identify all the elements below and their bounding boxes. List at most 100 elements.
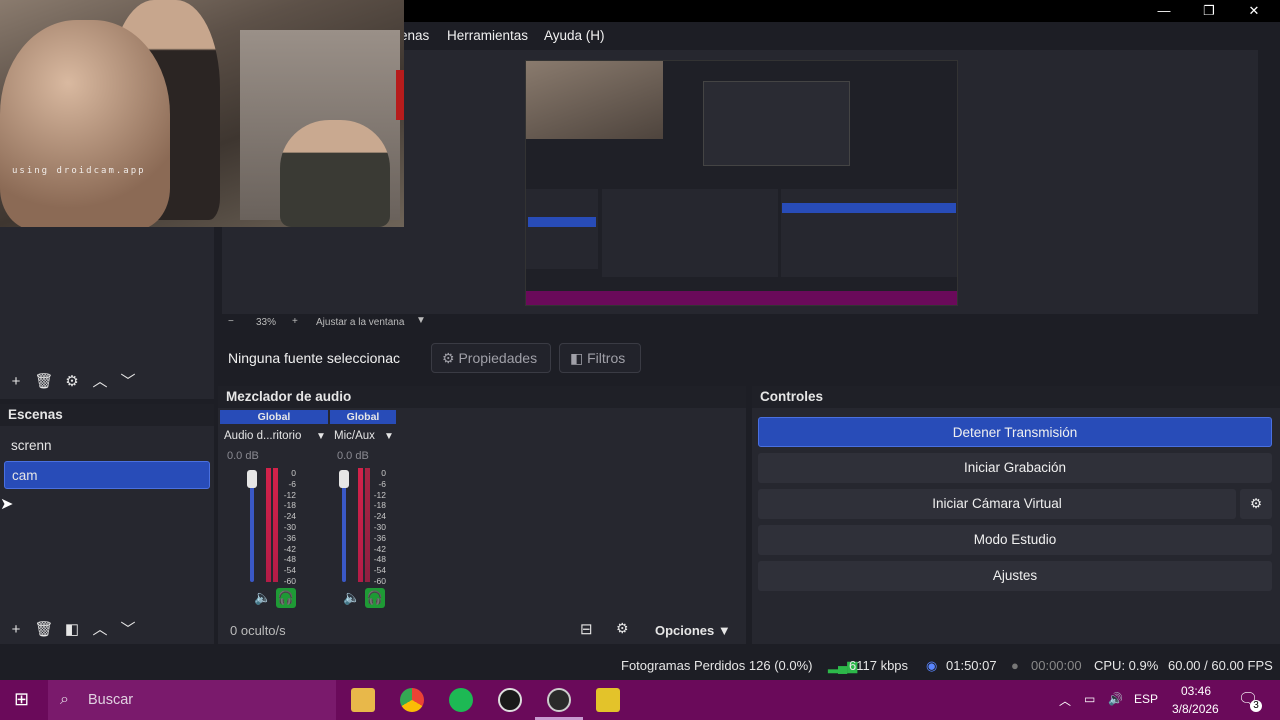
zoom-out-button[interactable]: − — [228, 316, 234, 327]
move-down-icon[interactable]: ﹀ — [114, 371, 142, 393]
meter-scale: 0 -6 -12 -18 -24 -30 -36 -42 -48 -54 -60 — [373, 468, 386, 586]
preview-nested-window — [703, 81, 850, 166]
channel-name[interactable]: Audio d...ritorio — [224, 430, 301, 442]
search-icon: ⌕ — [60, 691, 69, 708]
droidcam-icon[interactable] — [498, 688, 522, 712]
file-explorer-icon[interactable] — [351, 688, 375, 712]
options-button[interactable]: Opciones ▼ — [655, 623, 731, 638]
clock-date[interactable]: 3/8/2026 — [1172, 702, 1219, 716]
headphones-icon[interactable]: 🎧 — [276, 588, 296, 608]
settings-button[interactable]: Ajustes — [758, 561, 1272, 591]
channel-db: 0.0 dB — [227, 450, 259, 462]
volume-icon[interactable]: 🔊 — [1108, 692, 1123, 706]
scene-item-cam[interactable]: cam — [4, 461, 210, 489]
status-bar: Fotogramas Perdidos 126 (0.0%) ▂▄▆ 6117 … — [0, 652, 1280, 680]
volume-slider-handle[interactable] — [247, 470, 257, 488]
gear-icon: ⚙ — [1249, 496, 1263, 511]
record-time: 00:00:00 — [1031, 658, 1082, 673]
add-icon[interactable]: + — [2, 371, 30, 393]
fit-window-select[interactable]: Ajustar a la ventana — [316, 317, 404, 328]
hidden-count: 0 oculto/s — [230, 623, 286, 638]
preview-taskbar — [526, 291, 957, 305]
chevron-down-icon[interactable]: ▼ — [416, 315, 426, 326]
channel-db: 0.0 dB — [337, 450, 369, 462]
move-up-icon[interactable]: ︿ — [86, 371, 114, 393]
speaker-icon[interactable]: 🔈 — [254, 589, 271, 606]
channel-name[interactable]: Mic/Aux — [334, 430, 375, 442]
dropped-frames: Fotogramas Perdidos 126 (0.0%) — [621, 658, 813, 673]
obs-icon[interactable] — [547, 688, 571, 712]
preview-canvas[interactable] — [525, 60, 958, 306]
chevron-up-icon[interactable]: ︿ — [1059, 692, 1071, 709]
trash-icon[interactable]: 🗑 — [30, 371, 58, 393]
filter-icon: ◧ — [570, 350, 584, 366]
scenes-title: Escenas — [0, 404, 214, 426]
meter-scale: 0 -6 -12 -18 -24 -30 -36 -42 -48 -54 -60 — [283, 468, 296, 586]
clock-time[interactable]: 03:46 — [1181, 684, 1211, 698]
source-toolbar: Ninguna fuente seleccionac ⚙ Propiedades… — [218, 338, 1280, 378]
gear-icon: ⚙ — [442, 350, 455, 366]
chevron-down-icon[interactable]: ▼ — [316, 431, 326, 442]
virtual-cam-settings-button[interactable]: ⚙ — [1240, 489, 1272, 519]
preview-mixer — [602, 189, 778, 277]
maximize-button[interactable]: ❐ — [1189, 2, 1229, 20]
mouse-cursor-icon: ➤ — [0, 496, 14, 513]
language-indicator[interactable]: ESP — [1134, 692, 1158, 706]
move-up-icon[interactable]: ︿ — [86, 619, 114, 641]
channel-group-label: Global — [330, 410, 396, 424]
mixer-footer: 0 oculto/s ⊟ ⚙ Opciones ▼ — [218, 614, 746, 644]
pes-icon[interactable] — [596, 688, 620, 712]
preview-stop-button — [782, 203, 956, 213]
stream-time: 01:50:07 — [946, 658, 997, 673]
properties-button[interactable]: ⚙ Propiedades — [431, 343, 551, 373]
trash-icon[interactable]: 🗑 — [30, 619, 58, 641]
start-virtual-cam-button[interactable]: Iniciar Cámara Virtual — [758, 489, 1236, 519]
properties-label: Propiedades — [458, 350, 538, 366]
network-icon[interactable]: ▭ — [1084, 692, 1095, 706]
layout-icon[interactable]: ⊟ — [580, 620, 593, 638]
close-button[interactable]: ✕ — [1234, 2, 1274, 20]
windows-start-icon[interactable]: ⊞ — [14, 689, 29, 710]
notification-count: 3 — [1250, 700, 1262, 712]
gear-icon[interactable]: ⚙ — [58, 371, 86, 393]
add-icon[interactable]: + — [2, 619, 30, 641]
scenes-panel: Escenas screnn cam + 🗑 ◧ ︿ ﹀ — [0, 404, 214, 644]
webcam-person — [0, 20, 170, 227]
taskbar-search[interactable]: ⌕ Buscar — [48, 680, 336, 720]
advanced-audio-icon[interactable]: ⚙ — [616, 620, 629, 637]
preview-active-scene — [528, 217, 596, 227]
chrome-icon[interactable] — [400, 688, 424, 712]
options-label: Opciones — [655, 623, 715, 638]
minimize-button[interactable]: — — [1144, 2, 1184, 20]
audio-meter — [358, 468, 363, 582]
studio-mode-button[interactable]: Modo Estudio — [758, 525, 1272, 555]
menu-scenes[interactable]: enas — [400, 28, 429, 43]
preview-webcam-thumb — [526, 61, 663, 139]
controls-title: Controles — [752, 386, 1280, 408]
scene-item-screnn[interactable]: screnn — [4, 432, 210, 460]
preview-scenes-panel — [526, 189, 598, 269]
menu-tools[interactable]: Herramientas — [447, 28, 528, 43]
menu-help[interactable]: Ayuda (H) — [544, 28, 605, 43]
webcam-red-object — [396, 70, 404, 120]
stream-icon: ◉ — [926, 658, 938, 673]
preview-zoom-bar: − 33% + Ajustar a la ventana ▼ — [222, 314, 1258, 332]
chevron-down-icon[interactable]: ▼ — [384, 431, 394, 442]
start-recording-button[interactable]: Iniciar Grabación — [758, 453, 1272, 483]
stop-stream-button[interactable]: Detener Transmisión — [758, 417, 1272, 447]
speaker-icon[interactable]: 🔈 — [343, 589, 360, 606]
webcam-person — [280, 120, 390, 227]
filter-icon[interactable]: ◧ — [58, 619, 86, 641]
filters-label: Filtros — [587, 350, 626, 366]
fps: 60.00 / 60.00 FPS — [1168, 658, 1273, 673]
zoom-in-button[interactable]: + — [292, 316, 298, 327]
audio-meter — [273, 468, 278, 582]
headphones-icon[interactable]: 🎧 — [365, 588, 385, 608]
volume-slider-handle[interactable] — [339, 470, 349, 488]
webcam-watermark: using droidcam.app — [12, 166, 146, 176]
move-down-icon[interactable]: ﹀ — [114, 619, 142, 641]
controls-panel: Controles Detener Transmisión Iniciar Gr… — [752, 386, 1280, 644]
spotify-icon[interactable] — [449, 688, 473, 712]
zoom-level: 33% — [256, 317, 277, 328]
filters-button[interactable]: ◧ Filtros — [559, 343, 641, 373]
